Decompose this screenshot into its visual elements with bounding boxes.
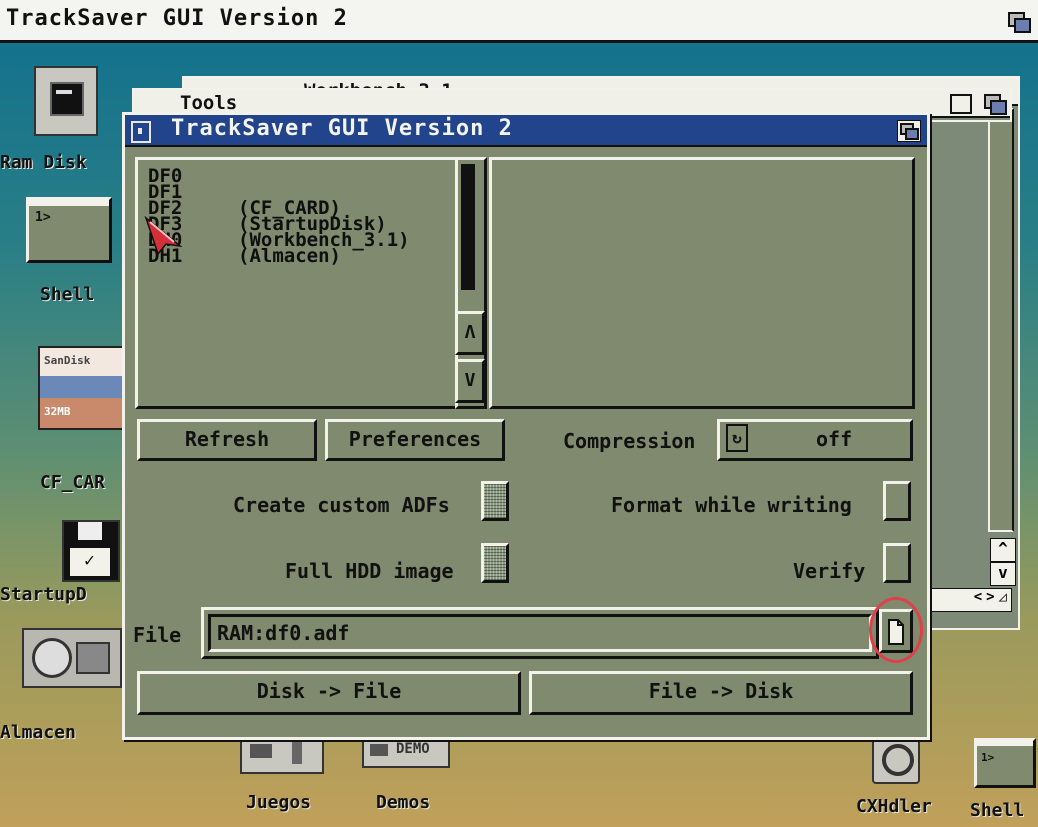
- bg-scroll-down-icon[interactable]: v: [990, 562, 1016, 586]
- demo-badge: DEMO: [396, 741, 430, 757]
- shell-icon[interactable]: 1>: [26, 197, 112, 263]
- verify-checkbox[interactable]: [883, 543, 911, 583]
- full-hdd-image-checkbox[interactable]: [481, 543, 509, 583]
- screen-title-bar[interactable]: TrackSaver GUI Version 2: [0, 0, 1038, 43]
- device-list[interactable]: DF0DF1DF2(CF_CARD)DF3(StartupDisk)DH0(Wo…: [135, 157, 461, 409]
- format-while-writing-label: Format while writing: [611, 493, 852, 517]
- file-to-disk-button[interactable]: File -> Disk: [529, 671, 913, 715]
- scrollbar-knob[interactable]: [461, 164, 475, 290]
- demos-label: Demos: [376, 792, 431, 813]
- device-list-items: DF0DF1DF2(CF_CARD)DF3(StartupDisk)DH0(Wo…: [148, 167, 410, 267]
- ram-disk-label: Ram Disk: [0, 152, 87, 173]
- create-custom-adfs-checkbox[interactable]: [481, 481, 509, 521]
- verify-label: Verify: [793, 559, 866, 583]
- mouse-pointer-icon: [144, 216, 183, 256]
- file-field-frame: RAM:df0.adf: [201, 607, 879, 659]
- compression-cycle[interactable]: ↻ off: [717, 419, 913, 461]
- juegos-drawer-icon[interactable]: [240, 734, 324, 774]
- create-custom-adfs-label: Create custom ADFs: [233, 493, 450, 517]
- preferences-button[interactable]: Preferences: [325, 419, 505, 461]
- background-scrollbar[interactable]: [988, 108, 1014, 532]
- harddisk-icon[interactable]: [22, 628, 122, 688]
- screen-title: TrackSaver GUI Version 2: [6, 6, 348, 31]
- format-while-writing-checkbox[interactable]: [883, 481, 911, 521]
- cf-card-label: CF_CAR: [40, 472, 106, 493]
- almacen-label: Almacen: [0, 722, 76, 743]
- info-panel: [489, 157, 915, 409]
- ram-disk-icon[interactable]: [34, 66, 98, 136]
- floppy-icon[interactable]: ✓: [62, 520, 120, 582]
- scroll-down-button[interactable]: V: [455, 359, 485, 403]
- shell-icon[interactable]: 1>: [974, 738, 1036, 788]
- startup-label: StartupD: [0, 584, 87, 605]
- scroll-up-button[interactable]: Λ: [455, 311, 485, 355]
- tracksaver-window[interactable]: TrackSaver GUI Version 2 DF0 DF1 DF2 (CF_CA…: [122, 112, 930, 740]
- shell-label: Shell: [40, 284, 95, 305]
- cycle-icon: ↻: [726, 424, 748, 452]
- depth-gadget-icon[interactable]: [984, 94, 1007, 115]
- disk-to-file-button[interactable]: Disk -> File: [137, 671, 521, 715]
- workbench-screen: TrackSaver GUI Version 2 Ram Disk 1> She…: [0, 0, 1038, 827]
- juegos-label: Juegos: [246, 792, 312, 813]
- file-input[interactable]: RAM:df0.adf: [208, 614, 872, 652]
- cxhandler-icon[interactable]: [872, 734, 920, 784]
- file-label: File: [133, 623, 182, 647]
- cxhandler-label: CXHdler: [856, 796, 932, 817]
- shell-label-right: Shell: [970, 800, 1025, 821]
- depth-gadget-icon[interactable]: [1008, 12, 1031, 33]
- window-title: TrackSaver GUI Version 2: [171, 116, 513, 141]
- cf-card-icon[interactable]: SanDisk 32MB: [38, 346, 126, 430]
- bg-horizontal-arrows-icon[interactable]: <>◿: [928, 588, 1012, 612]
- depth-gadget-icon[interactable]: [897, 120, 921, 142]
- device-row[interactable]: DF0: [148, 167, 410, 186]
- file-input-value: RAM:df0.adf: [217, 621, 350, 645]
- tools-window-title: Tools: [180, 92, 238, 114]
- refresh-button[interactable]: Refresh: [137, 419, 317, 461]
- bg-scroll-up-icon[interactable]: ^: [990, 538, 1016, 562]
- zoom-gadget-icon[interactable]: [950, 94, 972, 114]
- annotation-circle: [869, 597, 923, 663]
- compression-label: Compression: [563, 429, 696, 453]
- compression-value: off: [816, 427, 853, 451]
- window-title-bar[interactable]: TrackSaver GUI Version 2: [125, 115, 927, 147]
- close-gadget-icon[interactable]: [131, 121, 151, 143]
- device-volume: (Almacen): [238, 245, 341, 267]
- full-hdd-image-label: Full HDD image: [285, 559, 454, 583]
